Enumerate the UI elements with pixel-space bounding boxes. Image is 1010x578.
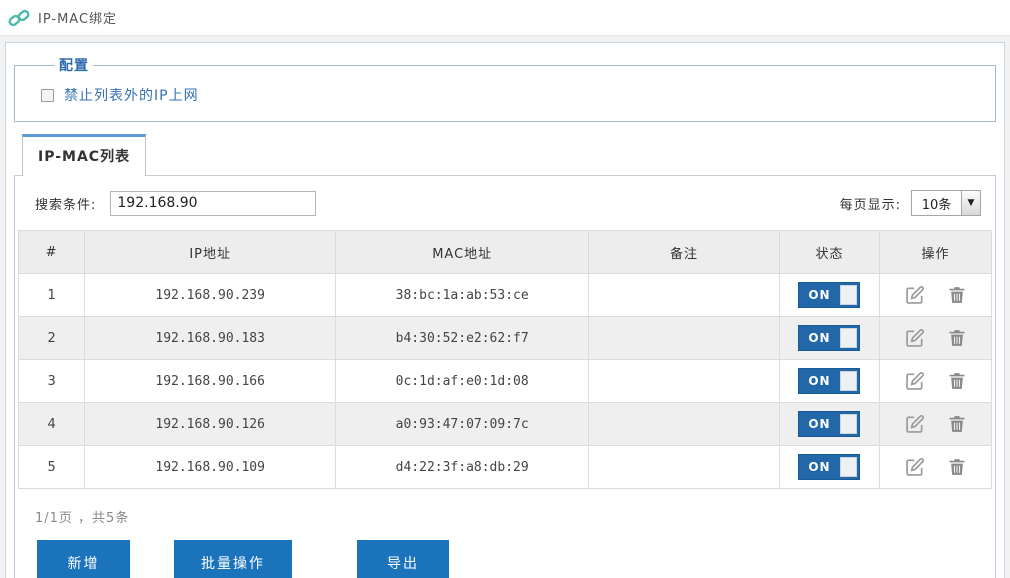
edit-icon — [905, 457, 925, 477]
page-title: IP-MAC绑定 — [38, 8, 117, 27]
chevron-down-icon[interactable]: ▼ — [961, 191, 980, 215]
row-ip: 192.168.90.109 — [85, 446, 336, 489]
table-row: 1192.168.90.23938:bc:1a:ab:53:ce ON — [19, 274, 992, 317]
tab-ip-mac-list[interactable]: IP-MAC列表 — [22, 134, 146, 176]
row-mac: a0:93:47:07:09:7c — [336, 403, 589, 446]
trash-icon — [947, 371, 967, 391]
row-remark — [589, 446, 780, 489]
table-row: 2192.168.90.183b4:30:52:e2:62:f7 ON — [19, 317, 992, 360]
edit-button[interactable] — [905, 371, 925, 391]
search-label: 搜索条件: — [35, 194, 96, 213]
row-remark — [589, 274, 780, 317]
row-ip: 192.168.90.183 — [85, 317, 336, 360]
delete-button[interactable] — [947, 328, 967, 348]
table-header-row: # IP地址 MAC地址 备注 状态 操作 — [19, 231, 992, 274]
restrict-checkbox[interactable] — [41, 89, 54, 102]
row-remark — [589, 360, 780, 403]
row-mac: 0c:1d:af:e0:1d:08 — [336, 360, 589, 403]
search-input[interactable] — [110, 191, 316, 216]
restrict-checkbox-label: 禁止列表外的IP上网 — [64, 85, 199, 105]
page-header: IP-MAC绑定 — [0, 0, 1010, 36]
table-row: 5192.168.90.109d4:22:3f:a8:db:29 ON — [19, 446, 992, 489]
trash-icon — [947, 457, 967, 477]
toggle-knob — [840, 371, 857, 391]
toggle-knob — [840, 457, 857, 477]
delete-button[interactable] — [947, 457, 967, 477]
edit-button[interactable] — [905, 285, 925, 305]
per-page-value: 10条 — [912, 194, 961, 213]
toggle-knob — [840, 414, 857, 434]
toggle-knob — [840, 285, 857, 305]
row-index: 3 — [19, 360, 85, 403]
table-row: 4192.168.90.126a0:93:47:07:09:7c ON — [19, 403, 992, 446]
button-row: 新增 批量操作 导出 — [15, 526, 995, 578]
status-toggle[interactable]: ON — [798, 368, 860, 394]
config-legend: 配置 — [55, 55, 93, 75]
row-ip: 192.168.90.239 — [85, 274, 336, 317]
row-index: 4 — [19, 403, 85, 446]
status-toggle[interactable]: ON — [798, 454, 860, 480]
edit-icon — [905, 328, 925, 348]
status-toggle[interactable]: ON — [798, 282, 860, 308]
trash-icon — [947, 414, 967, 434]
edit-icon — [905, 414, 925, 434]
edit-button[interactable] — [905, 328, 925, 348]
add-button[interactable]: 新增 — [37, 540, 130, 578]
row-mac: 38:bc:1a:ab:53:ce — [336, 274, 589, 317]
per-page-select[interactable]: 10条 ▼ — [911, 190, 981, 216]
export-button[interactable]: 导出 — [357, 540, 449, 578]
trash-icon — [947, 285, 967, 305]
config-fieldset: 配置 禁止列表外的IP上网 — [14, 55, 996, 122]
delete-button[interactable] — [947, 285, 967, 305]
link-icon — [8, 7, 30, 29]
batch-operation-button[interactable]: 批量操作 — [174, 540, 292, 578]
col-remark: 备注 — [589, 231, 780, 274]
delete-button[interactable] — [947, 414, 967, 434]
col-status: 状态 — [779, 231, 879, 274]
search-row: 搜索条件: 每页显示: 10条 ▼ — [15, 176, 995, 230]
pagination-text: 1/1页 ，共5条 — [15, 489, 995, 526]
row-index: 5 — [19, 446, 85, 489]
row-remark — [589, 403, 780, 446]
toggle-knob — [840, 328, 857, 348]
row-index: 1 — [19, 274, 85, 317]
row-ip: 192.168.90.126 — [85, 403, 336, 446]
per-page-label: 每页显示: — [840, 194, 901, 213]
edit-icon — [905, 285, 925, 305]
table-row: 3192.168.90.1660c:1d:af:e0:1d:08 ON — [19, 360, 992, 403]
row-remark — [589, 317, 780, 360]
col-index: # — [19, 231, 85, 274]
trash-icon — [947, 328, 967, 348]
row-mac: d4:22:3f:a8:db:29 — [336, 446, 589, 489]
status-toggle[interactable]: ON — [798, 325, 860, 351]
row-ip: 192.168.90.166 — [85, 360, 336, 403]
col-ip: IP地址 — [85, 231, 336, 274]
edit-button[interactable] — [905, 457, 925, 477]
ip-mac-list-panel: 搜索条件: 每页显示: 10条 ▼ # IP地址 MAC地址 备注 状态 — [14, 175, 996, 578]
edit-button[interactable] — [905, 414, 925, 434]
edit-icon — [905, 371, 925, 391]
status-toggle[interactable]: ON — [798, 411, 860, 437]
content-panel: 配置 禁止列表外的IP上网 IP-MAC列表 搜索条件: 每页显示: 10条 ▼ — [5, 42, 1005, 578]
row-mac: b4:30:52:e2:62:f7 — [336, 317, 589, 360]
delete-button[interactable] — [947, 371, 967, 391]
row-index: 2 — [19, 317, 85, 360]
col-mac: MAC地址 — [336, 231, 589, 274]
col-actions: 操作 — [880, 231, 992, 274]
table-body: 1192.168.90.23938:bc:1a:ab:53:ceON2192.1… — [19, 274, 992, 489]
tab-strip: IP-MAC列表 — [14, 134, 996, 175]
ip-mac-table: # IP地址 MAC地址 备注 状态 操作 1192.168.90.23938:… — [18, 230, 992, 489]
